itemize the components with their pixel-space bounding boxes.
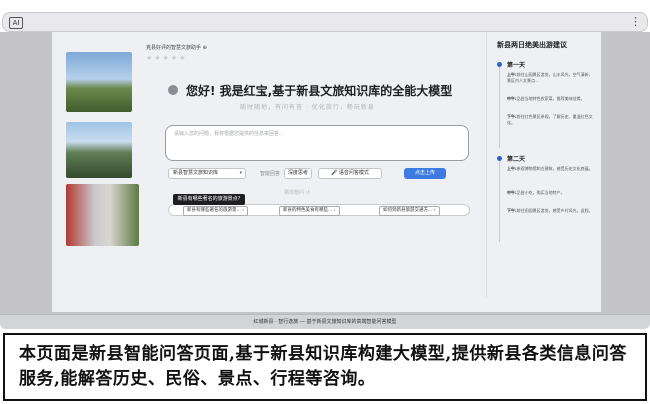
deep-think-button[interactable]: 深度思考 [284,168,312,179]
question-input[interactable]: 请输入您的问题，我将根据您提供的信息来回答... [165,125,469,161]
suggested-questions: 新县有哪些著名的旅游景... › 新县的特色美食有哪些... › 如何到新县旅游… [168,204,470,216]
control-row: 新县智慧文旅知识库 ▾ 智能回答 深度思考 🎤 语音问答模式 点击上传 [168,168,472,180]
timeline-dot-icon [497,156,502,161]
browser-toolbar: AI ⋮ [2,12,648,32]
more-menu-icon[interactable]: ⋮ [630,15,641,29]
greeting-title: 您好! 我是红宝,基于新县文旅知识库的全能大模型 [186,83,453,98]
screenshot-frame: AI ⋮ 克县好评的智慧文旅助手 ⊕ ★★★★★ 您好! 我是红宝,基于新县文旅… [0,0,650,404]
left-margin [0,32,52,314]
suggested-question-chip[interactable]: 新县的特色美食有哪些... › [279,206,340,216]
itinerary-item: 中午:品尝小吃，购买当地特产。 [507,190,593,196]
itinerary-item-time: 下午: [507,208,517,213]
right-margin [601,32,650,314]
footer-text: 红城新县 · 智行逸旅 — 基于新县文旅知识库的高端智能问答模型 [253,319,397,325]
question-input-placeholder: 请输入您的问题，我将根据您提供的信息来回答... [174,131,284,137]
chevron-down-icon: ▾ [239,170,242,176]
itinerary-item: 下午:前往红色景区参观，了解历史，重温红色文化。 [507,114,593,126]
itinerary-item: 上午:前往山园景区游览，山水风光，空气清新，景区内人文景点... [507,72,593,84]
assistant-logo-text: 克县好评的智慧文旅助手 ⊕ [146,45,207,51]
itinerary-item-time: 中午: [507,96,517,101]
knowledge-base-select-label: 新县智慧文旅知识库 [173,170,219,176]
suggested-question-chip[interactable]: 新县有哪些著名的旅游景... › [183,206,249,216]
itinerary-title: 新县两日绝美出游建议 [497,41,567,49]
suggested-question-chip[interactable]: 如何到新县旅游交通方... › [379,206,440,216]
voice-mode-button[interactable]: 🎤 语音问答模式 [318,168,382,179]
suggestion-hint[interactable]: 猜你想问 ↺ [284,189,310,196]
itinerary-item-time: 中午: [507,190,517,195]
itinerary-panel: 新县两日绝美出游建议 第一天 上午:前往山园景区游览，山水风光，空气清新，景区内… [486,32,601,297]
scenic-photo-village [66,122,132,178]
itinerary-item-text: 前往山园景区游览，山水风光，空气清新，景区内人文景点... [507,72,593,83]
itinerary-item-time: 上午: [507,72,517,77]
itinerary-item-text: 前往红色景区参观，了解历史，重温红色文化。 [507,114,593,125]
greeting-row: 您好! 我是红宝,基于新县文旅知识库的全能大模型 [168,82,488,98]
timeline-line [499,160,500,242]
itinerary-item: 上午:参观博物馆和古建筑，感受历史文化底蕴。 [507,166,593,172]
timeline-dot-icon [497,62,502,67]
itinerary-item-text: 品尝当地特色农家菜，推荐美味佳肴。 [516,96,585,101]
rating-stars: ★★★★★ [146,54,188,62]
assistant-avatar-icon [168,85,178,95]
scenic-photo-red-monument [66,52,132,112]
send-button[interactable]: 点击上传 [404,168,446,179]
itinerary-item-time: 上午: [507,166,517,171]
greeting-subtitle: 随时随地，有问有答 · 优化旅行，畅玩新县 [240,104,375,111]
day-label: 第二天 [507,156,526,163]
app-icon[interactable]: AI [9,17,23,29]
itinerary-item-time: 下午: [507,114,517,119]
itinerary-item: 中午:品尝当地特色农家菜，推荐美味佳肴。 [507,96,593,102]
itinerary-item-text: 参观博物馆和古建筑，感受历史文化底蕴。 [516,166,593,171]
itinerary-item-text: 品尝小吃，购买当地特产。 [516,190,565,195]
scenic-photo-old-street [66,184,139,246]
timeline-line [499,66,500,148]
itinerary-item-text: 前往田园景区游览，感受乡村风光，返程。 [516,208,593,213]
mode-label: 智能回答 [260,171,281,177]
day-label: 第一天 [507,62,526,69]
knowledge-base-select[interactable]: 新县智慧文旅知识库 ▾ [168,168,246,179]
page-footer: 红城新县 · 智行逸旅 — 基于新县文旅知识库的高端智能问答模型 [0,314,650,329]
caption-text: 本页面是新县智能问答页面,基于新县知识库构建大模型,提供新县各类信息问答服务,能… [19,344,627,389]
caption-box: 本页面是新县智能问答页面,基于新县知识库构建大模型,提供新县各类信息问答服务,能… [3,333,647,401]
question-tooltip: 新县有哪些著名的旅游景点? [173,194,245,205]
itinerary-item: 下午:前往田园景区游览，感受乡村风光，返程。 [507,208,593,214]
